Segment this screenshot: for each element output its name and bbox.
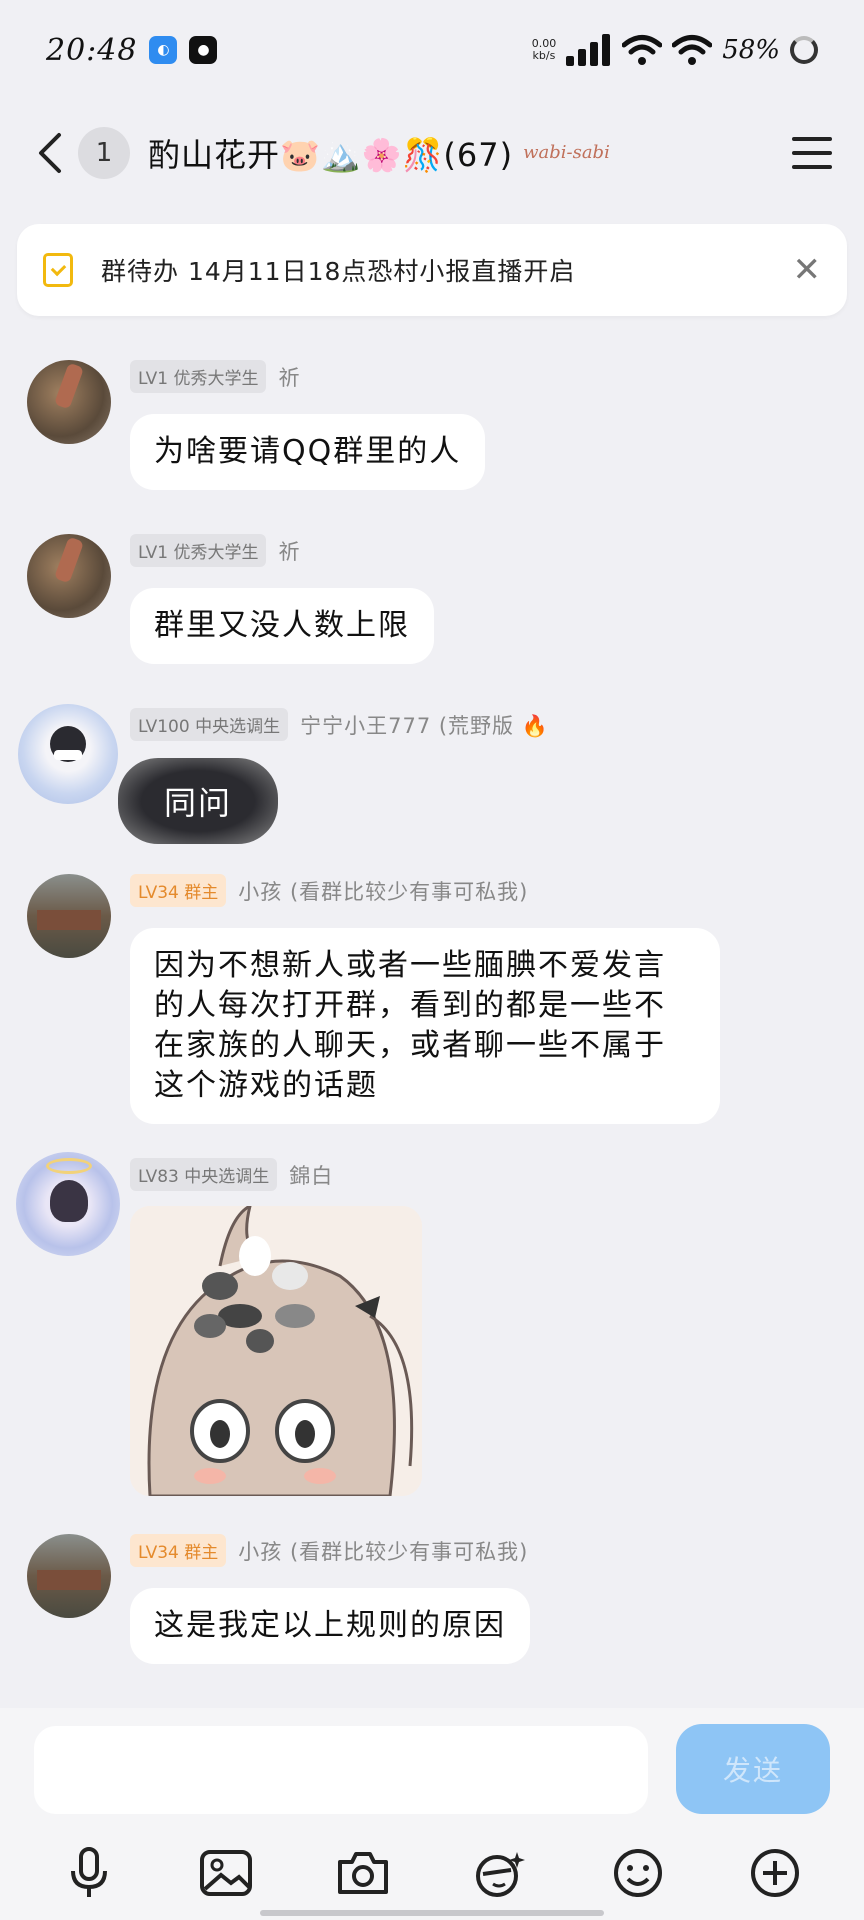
send-button[interactable]: 发送 [676,1724,830,1814]
message-bubble[interactable]: 这是我定以上规则的原因 [130,1588,530,1664]
microphone-icon[interactable] [61,1845,117,1901]
avatar[interactable] [27,874,111,958]
message-meta: LV100 中央选调生 宁宁小王777 (荒野版 🔥 [130,708,549,741]
chat-title[interactable]: 酌山花开🐷🏔️🌸🎊(67) [148,130,513,176]
ai-sticker-icon[interactable] [473,1845,529,1901]
avatar[interactable] [27,360,111,444]
battery-level: 58% [722,35,780,65]
sticker-text-bubble[interactable]: 同问 [118,758,278,844]
message-meta: LV1 优秀大学生 祈 [130,360,300,393]
sticker-image[interactable] [130,1206,422,1496]
message-bubble[interactable]: 因为不想新人或者一些腼腆不爱发言的人每次打开群，看到的都是一些不在家族的人聊天，… [130,928,720,1124]
network-speed-unit: kb/s [532,49,556,62]
emoji-icon[interactable] [610,1845,666,1901]
sender-name[interactable]: 小孩 (看群比较少有事可私我) [238,1536,528,1566]
back-icon[interactable] [30,132,70,173]
sender-name[interactable]: 祈 [278,536,300,566]
group-todo-banner[interactable]: 群待办 14月11日18点恐村小报直播开启 ✕ [17,224,847,316]
sender-name[interactable]: 錦白 [289,1160,333,1190]
level-badge: LV100 中央选调生 [130,708,289,741]
owner-level-badge: LV34 群主 [130,874,227,907]
home-indicator[interactable] [260,1910,604,1916]
avatar[interactable] [27,534,111,618]
message-meta: LV34 群主 小孩 (看群比较少有事可私我) [130,1534,528,1567]
message-meta: LV34 群主 小孩 (看群比较少有事可私我) [130,874,528,907]
level-badge: LV1 优秀大学生 [130,360,267,393]
group-tag: wabi-sabi [523,142,610,163]
close-icon[interactable]: ✕ [793,250,822,290]
level-badge: LV83 中央选调生 [130,1158,278,1191]
input-toolbar [0,1838,864,1908]
input-area: 发送 [0,1708,864,1920]
message-meta: LV83 中央选调生 錦白 [130,1158,333,1191]
network-speed: 0.00 kb/s [532,38,557,62]
todo-text: 群待办 14月11日18点恐村小报直播开启 [101,257,576,286]
status-indicators: 0.00 kb/s 58% [532,34,818,66]
chat-header: 1 酌山花开🐷🏔️🌸🎊(67) wabi-sabi [0,100,864,205]
cellular-signal-icon [566,34,611,66]
message-input[interactable] [34,1726,648,1814]
status-time: 20:48 [46,32,138,68]
message-bubble[interactable]: 为啥要请QQ群里的人 [130,414,486,490]
sender-name[interactable]: 祈 [278,362,300,392]
message-meta: LV1 优秀大学生 祈 [130,534,300,567]
avatar[interactable] [16,1152,120,1256]
avatar[interactable] [27,1534,111,1618]
wifi-icon [622,35,663,65]
message-bubble[interactable]: 群里又没人数上限 [130,588,434,664]
sender-name[interactable]: 小孩 (看群比较少有事可私我) [238,876,528,906]
wifi-secondary-icon [672,35,713,65]
sender-name[interactable]: 宁宁小王777 (荒野版 🔥 [300,710,549,740]
browser-app-icon: ◐ [149,36,178,64]
menu-icon[interactable] [790,131,834,175]
status-bar: 20:48 ◐ ● 0.00 kb/s 58% [0,0,864,100]
plus-icon[interactable] [747,1845,803,1901]
level-badge: LV1 优秀大学生 [130,534,267,567]
dewu-app-icon: ● [189,36,218,64]
avatar[interactable] [18,704,118,804]
battery-icon [790,36,818,64]
owner-level-badge: LV34 群主 [130,1534,227,1567]
todo-icon [43,253,73,287]
camera-icon[interactable] [335,1845,391,1901]
image-icon[interactable] [198,1845,254,1901]
unread-count-badge[interactable]: 1 [78,126,130,179]
